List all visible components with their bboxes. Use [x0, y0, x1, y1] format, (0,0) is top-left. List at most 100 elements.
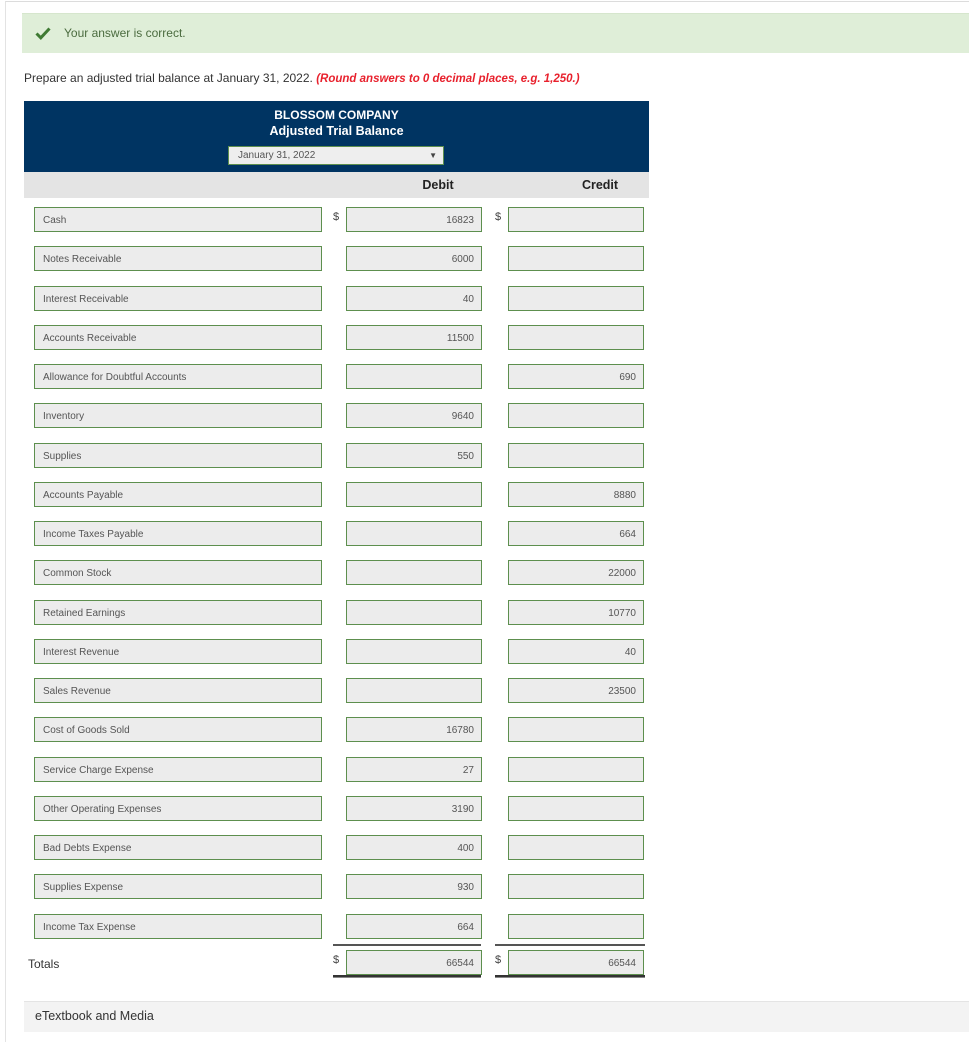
debit-input[interactable]: 27 — [346, 756, 482, 782]
credit-double-rule — [495, 975, 645, 978]
account-row: Income Taxes Payable 664 — [0, 521, 700, 546]
credit-input[interactable] — [508, 795, 644, 821]
account-row: Supplies 550 — [0, 442, 700, 468]
account-row: Cash $16823 $ — [0, 207, 700, 232]
credit-input[interactable] — [508, 756, 644, 782]
debit-input[interactable] — [346, 521, 482, 546]
date-select[interactable]: January 31, 2022 ▼ — [228, 146, 444, 165]
dropdown-arrow-icon: ▼ — [429, 151, 437, 160]
account-row: Accounts Receivable 11500 — [0, 324, 700, 350]
account-row: Common Stock 22000 — [0, 560, 700, 586]
account-row: Allowance for Doubtful Accounts 690 — [0, 364, 700, 389]
debit-input[interactable]: 16823 — [346, 207, 482, 232]
debit-input[interactable] — [346, 364, 482, 389]
credit-input[interactable] — [508, 874, 644, 900]
instructions-text: Prepare an adjusted trial balance at Jan… — [24, 71, 313, 85]
credit-input[interactable] — [508, 246, 644, 272]
statement-title: Adjusted Trial Balance — [269, 124, 404, 138]
debit-input[interactable]: 3190 — [346, 795, 482, 821]
etextbook-section[interactable]: eTextbook and Media — [24, 1001, 969, 1032]
debit-input[interactable] — [346, 678, 482, 703]
account-row: Cost of Goods Sold 16780 — [0, 717, 700, 743]
debit-input[interactable]: 664 — [346, 913, 482, 939]
debit-column-header: Debit — [422, 178, 454, 192]
account-row: Sales Revenue 23500 — [0, 678, 700, 703]
account-name-input[interactable]: Supplies — [34, 442, 322, 468]
account-name-input[interactable]: Cost of Goods Sold — [34, 717, 322, 743]
debit-input[interactable]: 400 — [346, 835, 482, 860]
credit-input[interactable]: 23500 — [508, 678, 644, 703]
etextbook-label: eTextbook and Media — [35, 1009, 154, 1023]
account-name-input[interactable]: Inventory — [34, 403, 322, 429]
credit-input[interactable] — [508, 442, 644, 468]
credit-input[interactable] — [508, 207, 644, 232]
account-name-input[interactable]: Accounts Payable — [34, 481, 322, 507]
account-name-input[interactable]: Service Charge Expense — [34, 756, 322, 782]
debit-input[interactable]: 11500 — [346, 324, 482, 350]
account-row: Bad Debts Expense 400 — [0, 835, 700, 860]
debit-input[interactable] — [346, 638, 482, 664]
credit-input[interactable]: 22000 — [508, 560, 644, 586]
debit-total-input[interactable]: 66544 — [346, 950, 482, 975]
credit-input[interactable]: 10770 — [508, 599, 644, 625]
debit-input[interactable]: 930 — [346, 874, 482, 900]
account-name-input[interactable]: Allowance for Doubtful Accounts — [34, 364, 322, 389]
totals-row: $ 66544 $ 66544 — [0, 950, 700, 975]
account-row: Service Charge Expense 27 — [0, 756, 700, 782]
account-row: Other Operating Expenses 3190 — [0, 795, 700, 821]
debit-input[interactable] — [346, 560, 482, 586]
account-name-input[interactable]: Interest Receivable — [34, 285, 322, 311]
account-row: Interest Revenue 40 — [0, 638, 700, 664]
feedback-banner: Your answer is correct. — [22, 13, 969, 53]
account-name-input[interactable]: Bad Debts Expense — [34, 835, 322, 860]
account-name-input[interactable]: Supplies Expense — [34, 874, 322, 900]
date-select-value: January 31, 2022 — [238, 150, 316, 161]
account-name-input[interactable]: Income Tax Expense — [34, 913, 322, 939]
credit-input[interactable]: 40 — [508, 638, 644, 664]
credit-input[interactable] — [508, 403, 644, 429]
credit-input[interactable]: 664 — [508, 521, 644, 546]
credit-total-rule — [495, 944, 645, 946]
credit-input[interactable] — [508, 717, 644, 743]
account-row: Inventory 9640 — [0, 403, 700, 429]
debit-input[interactable] — [346, 599, 482, 625]
company-name: BLOSSOM COMPANY — [274, 108, 399, 122]
credit-input[interactable] — [508, 324, 644, 350]
debit-input[interactable]: 40 — [346, 285, 482, 311]
account-name-input[interactable]: Notes Receivable — [34, 246, 322, 272]
debit-input[interactable]: 6000 — [346, 246, 482, 272]
credit-total-currency: $ — [495, 954, 502, 966]
credit-column-header: Credit — [581, 178, 619, 192]
debit-total-currency: $ — [333, 954, 340, 966]
debit-input[interactable]: 550 — [346, 442, 482, 468]
account-row: Notes Receivable 6000 — [0, 246, 700, 272]
account-row: Interest Receivable 40 — [0, 285, 700, 311]
debit-input[interactable] — [346, 481, 482, 507]
column-headers: Debit Credit — [24, 172, 649, 198]
account-name-input[interactable]: Interest Revenue — [34, 638, 322, 664]
debit-input[interactable]: 9640 — [346, 403, 482, 429]
credit-input[interactable]: 690 — [508, 364, 644, 389]
rounding-note: (Round answers to 0 decimal places, e.g.… — [316, 73, 580, 85]
credit-input[interactable] — [508, 285, 644, 311]
debit-double-rule — [333, 975, 481, 978]
account-name-input[interactable]: Cash — [34, 207, 322, 232]
account-name-input[interactable]: Sales Revenue — [34, 678, 322, 703]
checkmark-icon — [35, 27, 51, 40]
account-row: Supplies Expense 930 — [0, 874, 700, 900]
credit-input[interactable]: 8880 — [508, 481, 644, 507]
credit-input[interactable] — [508, 835, 644, 860]
account-row: Accounts Payable 8880 — [0, 481, 700, 507]
account-name-input[interactable]: Retained Earnings — [34, 599, 322, 625]
account-name-input[interactable]: Income Taxes Payable — [34, 521, 322, 546]
debit-total-rule — [333, 944, 481, 946]
account-name-input[interactable]: Other Operating Expenses — [34, 795, 322, 821]
account-name-input[interactable]: Accounts Receivable — [34, 324, 322, 350]
credit-input[interactable] — [508, 913, 644, 939]
statement-header: BLOSSOM COMPANY Adjusted Trial Balance J… — [24, 101, 649, 172]
account-row: Income Tax Expense 664 — [0, 913, 700, 939]
account-name-input[interactable]: Common Stock — [34, 560, 322, 586]
account-row: Retained Earnings 10770 — [0, 599, 700, 625]
debit-input[interactable]: 16780 — [346, 717, 482, 743]
credit-total-input[interactable]: 66544 — [508, 950, 644, 975]
